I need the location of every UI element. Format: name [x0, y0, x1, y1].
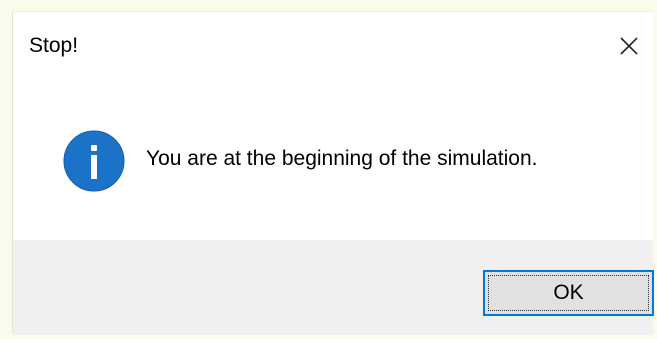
info-icon [63, 130, 125, 192]
dialog-footer: OK [13, 240, 654, 335]
screen-background: Stop! You are at the beginning of the si… [0, 0, 657, 339]
close-icon [620, 37, 638, 55]
title-bar: Stop! [13, 12, 653, 74]
dialog-title: Stop! [29, 34, 79, 57]
close-button[interactable] [609, 26, 649, 66]
ok-button-label: OK [553, 281, 584, 304]
dialog-message: You are at the beginning of the simulati… [146, 147, 538, 170]
message-dialog: Stop! You are at the beginning of the si… [12, 11, 654, 335]
ok-button[interactable]: OK [483, 270, 654, 316]
dialog-content: You are at the beginning of the simulati… [13, 74, 653, 240]
